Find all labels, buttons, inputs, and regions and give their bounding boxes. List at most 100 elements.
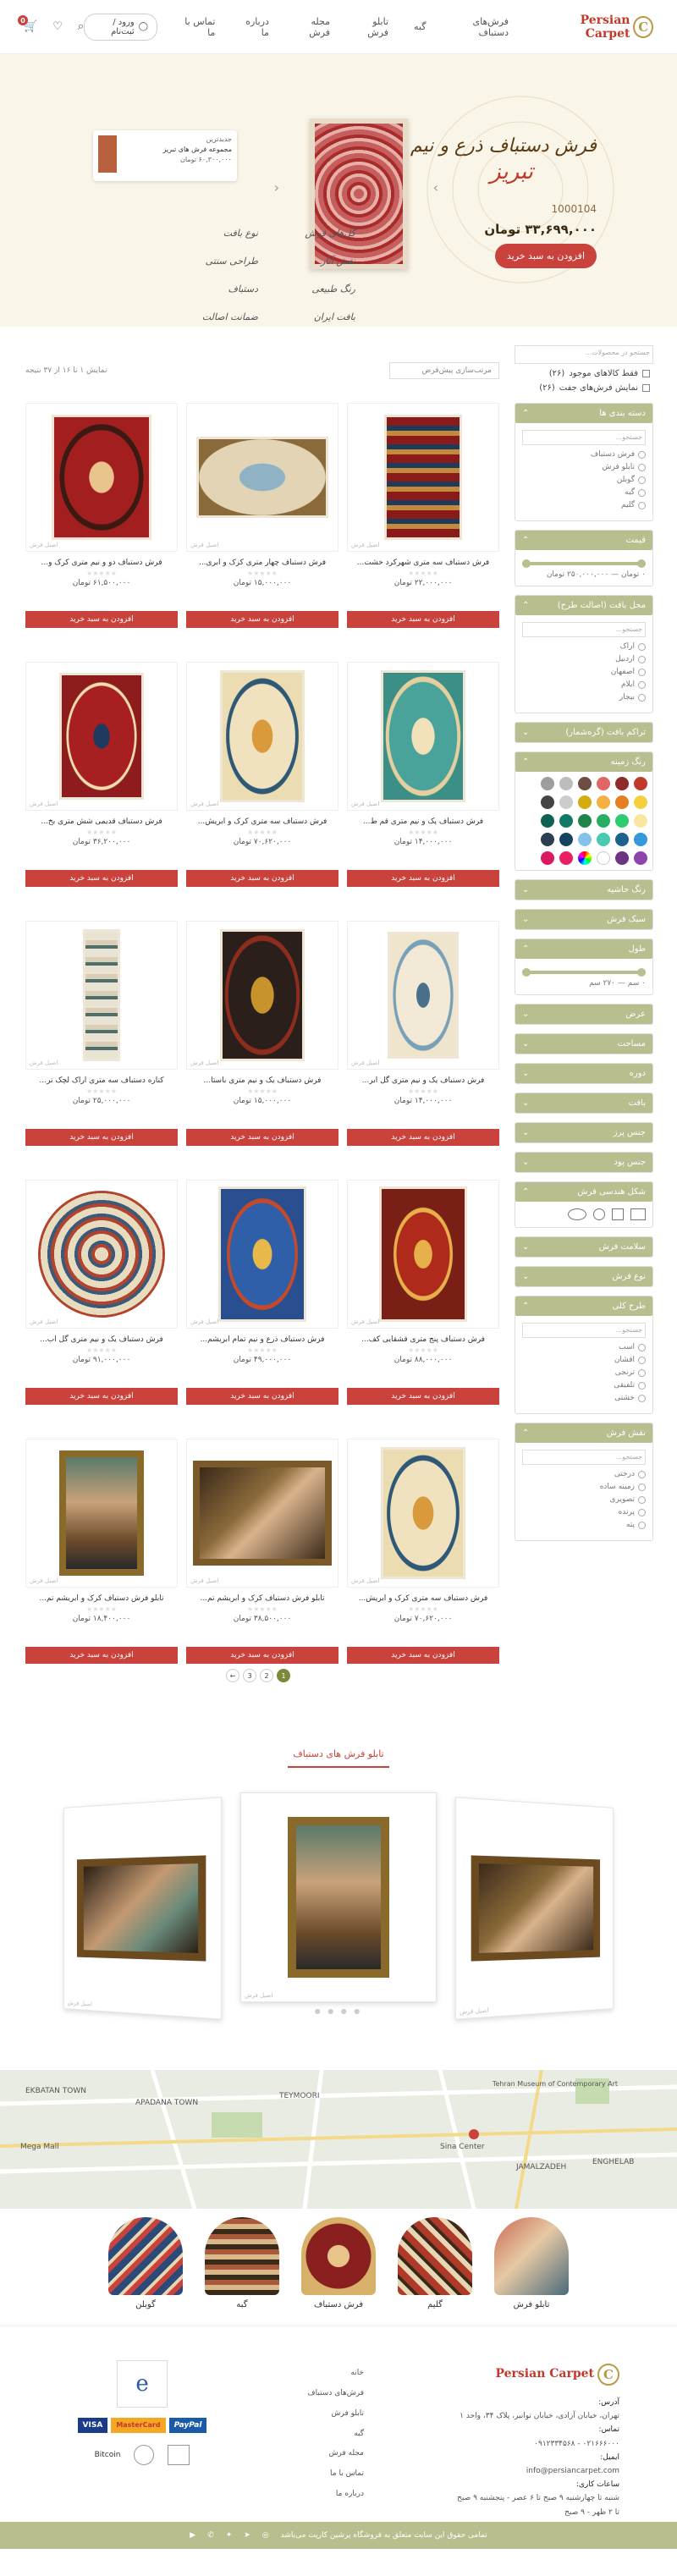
warp-filter[interactable]: جنس پود ⌄ bbox=[515, 1152, 653, 1173]
nav-item-about[interactable]: درباره ما bbox=[240, 16, 269, 38]
page-button[interactable]: 3 bbox=[243, 1669, 256, 1682]
origin-option[interactable]: بیجار bbox=[522, 693, 646, 702]
enamad-badge[interactable]: e bbox=[117, 2360, 168, 2408]
nav-item-gabbeh[interactable]: گبه bbox=[414, 16, 426, 38]
color-swatch[interactable] bbox=[559, 795, 573, 809]
category-option[interactable]: فرش دستباف bbox=[522, 450, 646, 459]
origin-option[interactable]: اردبیل bbox=[522, 655, 646, 663]
product-image[interactable]: اصیل فرش bbox=[347, 921, 499, 1070]
pattern-option[interactable]: زمینه ساده bbox=[522, 1483, 646, 1491]
footer-link[interactable]: فرش‌های دستباف bbox=[307, 2384, 364, 2404]
product-name[interactable]: فرش دستباف یک و نیم متری گل اب... bbox=[25, 1335, 178, 1344]
square-shape-option[interactable] bbox=[612, 1208, 624, 1220]
pattern-option[interactable]: تصویری bbox=[522, 1495, 646, 1504]
product-card[interactable]: اصیل فرش تابلو فرش دستباف کرک و ابریشم تم… bbox=[25, 1439, 178, 1664]
category-tile[interactable]: تابلو فرش bbox=[494, 2217, 569, 2309]
telegram-icon[interactable]: ➤ bbox=[244, 2531, 250, 2540]
color-swatch[interactable] bbox=[615, 777, 629, 790]
whatsapp-icon[interactable]: ✆ bbox=[207, 2531, 214, 2540]
product-card[interactable]: اصیل فرش فرش دستباف پنج متری قشقایی کف...… bbox=[347, 1180, 499, 1405]
color-swatch[interactable] bbox=[578, 777, 592, 790]
carousel-dots[interactable]: ● ● ● ● bbox=[0, 2007, 677, 2015]
color-swatch[interactable] bbox=[559, 851, 573, 865]
product-image[interactable]: اصیل فرش bbox=[347, 1180, 499, 1329]
samandehi-badge[interactable] bbox=[134, 2445, 155, 2465]
hero-add-to-cart-button[interactable]: افزودن به سبد خرید bbox=[494, 244, 597, 268]
footer-link[interactable]: درباره ما bbox=[307, 2485, 364, 2505]
youtube-icon[interactable]: ▶ bbox=[190, 2531, 195, 2540]
pattern-option[interactable]: درختی bbox=[522, 1470, 646, 1478]
logo[interactable]: C Persian Carpet bbox=[542, 14, 653, 41]
product-name[interactable]: فرش دستباف یک و نیم متری گل ابر... bbox=[347, 1076, 499, 1085]
product-name[interactable]: تابلو فرش دستباف کرک و ابریشم تم... bbox=[186, 1594, 338, 1603]
product-card[interactable]: اصیل فرش فرش دستباف دو و نیم متری کرک و..… bbox=[25, 403, 178, 628]
product-image[interactable]: اصیل فرش bbox=[25, 1439, 178, 1588]
product-image[interactable]: اصیل فرش bbox=[186, 921, 338, 1070]
color-swatch[interactable] bbox=[634, 814, 647, 828]
footer-link[interactable]: تابلو فرش bbox=[307, 2404, 365, 2425]
add-to-cart-button[interactable]: افزودن به سبد خرید bbox=[25, 1388, 178, 1405]
circle-shape-option[interactable] bbox=[593, 1208, 605, 1220]
zarinpal-badge[interactable] bbox=[168, 2445, 190, 2465]
product-card[interactable]: اصیل فرش فرش دستباف قدیمی شش متری بخ... ★★… bbox=[25, 662, 178, 887]
color-swatch[interactable] bbox=[597, 795, 610, 809]
category-option[interactable]: گبه bbox=[522, 488, 646, 497]
product-name[interactable]: فرش دستباف سه متری کرک و ابریش... bbox=[347, 1594, 499, 1603]
carousel-slide[interactable]: اصیل فرش bbox=[63, 1797, 223, 2020]
hero-prev-arrow-icon[interactable]: ‹ bbox=[274, 179, 279, 195]
design-option[interactable]: ترنجی bbox=[522, 1368, 646, 1377]
color-swatch[interactable] bbox=[578, 851, 592, 865]
color-swatch[interactable] bbox=[578, 833, 592, 846]
product-name[interactable]: فرش دستباف پنج متری قشقایی کف... bbox=[347, 1335, 499, 1344]
origin-option[interactable]: ایلام bbox=[522, 680, 646, 689]
era-filter[interactable]: دوره ⌄ bbox=[515, 1063, 653, 1084]
add-to-cart-button[interactable]: افزودن به سبد خرید bbox=[347, 1129, 499, 1146]
product-image[interactable]: اصیل فرش bbox=[25, 1180, 178, 1329]
email-link[interactable]: info@persiancarpet.com bbox=[450, 2464, 619, 2478]
product-image[interactable]: اصیل فرش bbox=[25, 662, 178, 811]
weave-filter[interactable]: بافت ⌄ bbox=[515, 1093, 653, 1114]
nav-item-magazine[interactable]: مجله فرش bbox=[294, 16, 330, 38]
width-filter[interactable]: عرض ⌄ bbox=[515, 1004, 653, 1025]
color-swatch[interactable] bbox=[615, 795, 629, 809]
product-image[interactable]: اصیل فرش bbox=[347, 403, 499, 552]
price-slider[interactable] bbox=[522, 559, 646, 568]
product-name[interactable]: فرش دستباف یک و نیم متری قم ط... bbox=[347, 817, 499, 826]
origin-option[interactable]: اراک bbox=[522, 642, 646, 651]
origin-search-input[interactable]: جستجو... bbox=[522, 622, 646, 637]
rectangle-shape-option[interactable] bbox=[630, 1208, 646, 1220]
product-name[interactable]: فرش دستباف یک و نیم متری باستا... bbox=[186, 1076, 338, 1085]
nav-item-tableau[interactable]: تابلو فرش bbox=[355, 16, 388, 38]
add-to-cart-button[interactable]: افزودن به سبد خرید bbox=[186, 611, 338, 628]
product-name[interactable]: کناره دستباف سه متری اراک لچک تر... bbox=[25, 1076, 178, 1085]
product-card[interactable]: اصیل فرش فرش دستباف چهار متری کرک و ابری.… bbox=[186, 403, 338, 628]
add-to-cart-button[interactable]: افزودن به سبد خرید bbox=[347, 1388, 499, 1405]
footer-link[interactable]: تماس با ما bbox=[307, 2464, 364, 2485]
product-card[interactable]: اصیل فرش فرش دستباف ذرع و نیم تمام ابریشم… bbox=[186, 1180, 338, 1405]
kind-filter[interactable]: نوع فرش ⌄ bbox=[515, 1266, 653, 1287]
product-name[interactable]: فرش دستباف سه متری شهرکرد خشت... bbox=[347, 559, 499, 567]
category-option[interactable]: گوبلن bbox=[522, 476, 646, 484]
origin-option[interactable]: اصفهان bbox=[522, 668, 646, 676]
add-to-cart-button[interactable]: افزودن به سبد خرید bbox=[347, 611, 499, 628]
color-swatch[interactable] bbox=[559, 814, 573, 828]
in-stock-filter[interactable]: فقط کالاهای موجود (۲۶) bbox=[518, 369, 650, 378]
phone-link[interactable]: ۰۲۱۶۶۶۰۰۰ - ۰۹۱۲۳۳۴۵۶۸ bbox=[450, 2437, 619, 2451]
login-button[interactable]: ◯ ورود / ثبت‌نام bbox=[84, 13, 157, 41]
design-search-input[interactable]: جستجو... bbox=[522, 1323, 646, 1338]
nav-item-contact[interactable]: تماس با ما bbox=[181, 16, 215, 38]
color-swatch[interactable] bbox=[597, 777, 610, 790]
border-color-filter[interactable]: رنگ حاشیه ⌄ bbox=[515, 879, 653, 900]
add-to-cart-button[interactable]: افزودن به سبد خرید bbox=[186, 1388, 338, 1405]
knots-filter[interactable]: تراکم بافت (گره‌شمار) ⌄ bbox=[515, 722, 653, 743]
design-option[interactable]: تلفیقی bbox=[522, 1381, 646, 1390]
category-tile[interactable]: گوبلن bbox=[108, 2217, 183, 2309]
page-button-current[interactable]: 1 bbox=[277, 1669, 290, 1682]
product-name[interactable]: فرش دستباف سه متری کرک و ابریش... bbox=[186, 817, 338, 826]
design-option[interactable]: اسب bbox=[522, 1343, 646, 1351]
footer-link[interactable]: خانه bbox=[307, 2364, 364, 2384]
pair-filter[interactable]: نمایش فرش‌های جفت (۲۶) bbox=[518, 383, 650, 393]
heart-icon[interactable]: ♡ bbox=[52, 20, 63, 33]
pattern-option[interactable]: پته bbox=[522, 1521, 646, 1529]
color-swatch[interactable] bbox=[634, 833, 647, 846]
